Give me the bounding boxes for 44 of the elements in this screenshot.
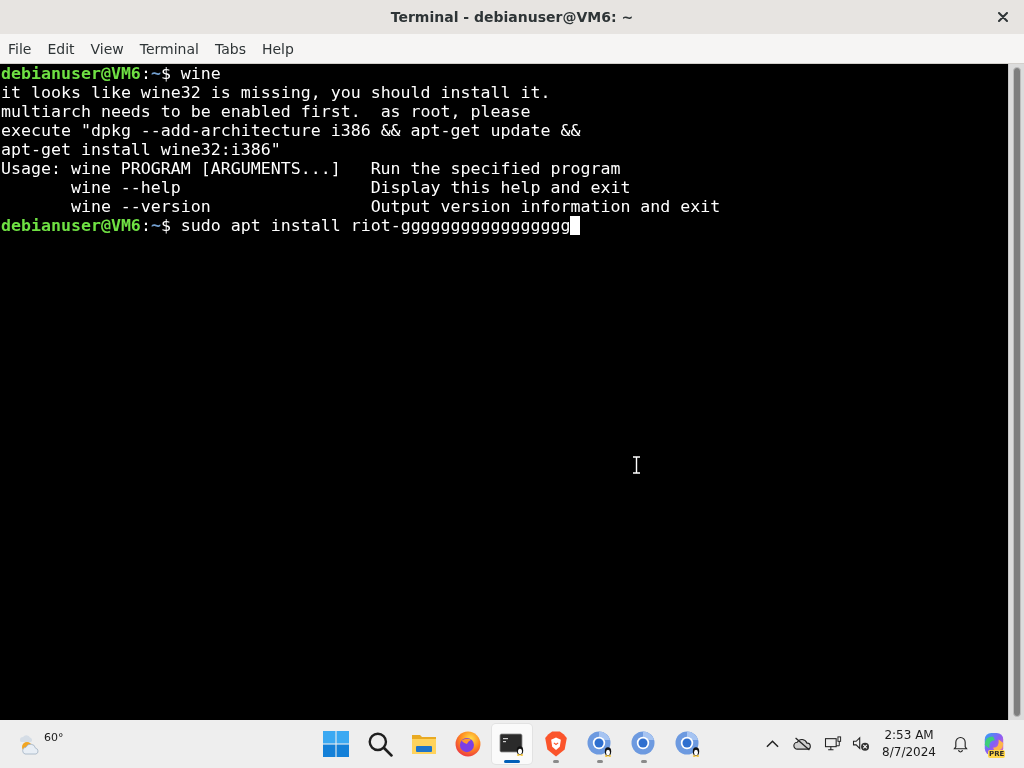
output-line: apt-get install wine32:i386" [1, 140, 281, 159]
output-line: execute "dpkg --add-architecture i386 && apt-get update && [1, 121, 581, 140]
ring-icon [675, 731, 701, 757]
bell-icon [952, 735, 968, 753]
clock-time: 2:53 AM [884, 728, 934, 743]
usage-syntax: wine --help [70, 178, 181, 197]
taskbar-button[interactable] [492, 724, 532, 764]
terminal-screen[interactable] [0, 64, 1008, 720]
search-icon [367, 731, 393, 757]
usage-label: Usage: [1, 159, 61, 178]
scrollbar[interactable] [1008, 64, 1024, 720]
menu-item[interactable]: Terminal [131, 36, 207, 61]
window-title: Terminal - debianuser@VM6: ~ [390, 9, 634, 25]
usage-description: Output version information and exit [370, 197, 721, 216]
usage-syntax: wine --version [70, 197, 211, 216]
menu-item[interactable]: Help [253, 36, 302, 61]
ring-icon [631, 731, 657, 757]
menu-item[interactable]: View [82, 36, 132, 61]
prompt-line: debianuser@VM6:~$ wine [1, 64, 221, 83]
cloud-sun-icon [18, 733, 42, 755]
usage-syntax: wine PROGRAM [ARGUMENTS...] [70, 159, 341, 178]
shield-icon [543, 731, 569, 757]
menu-item[interactable]: File [0, 36, 40, 61]
prompt-line: debianuser@VM6:~$ sudo apt install riot-ggggggggggggggggg [1, 216, 571, 235]
clock[interactable]: 2:53 AM 8/7/2024 [876, 724, 942, 764]
i-beam-cursor-icon [632, 456, 641, 474]
terminal-icon [499, 731, 525, 757]
clock-date: 8/7/2024 [882, 745, 936, 760]
usage-description: Run the specified program [370, 159, 621, 178]
swirl-logo-icon [982, 732, 1006, 756]
globe-icon [455, 731, 481, 757]
weather-widget[interactable]: 60° [14, 724, 68, 764]
chevron-up-icon [765, 740, 779, 748]
speaker-muted-icon [851, 736, 871, 752]
output-line: it looks like wine32 is missing, you should install it. [1, 83, 551, 102]
four-squares-icon [323, 731, 349, 757]
cloud-off-icon [792, 736, 812, 752]
menu-item[interactable]: Edit [39, 36, 83, 61]
close-icon [998, 12, 1008, 22]
usage-description: Display this help and exit [370, 178, 631, 197]
menu-item[interactable]: Tabs [206, 36, 254, 61]
output-line: multiarch needs to be enabled first. as root, please [1, 102, 531, 121]
monitor-plug-icon [823, 736, 843, 752]
ring-icon [587, 731, 613, 757]
